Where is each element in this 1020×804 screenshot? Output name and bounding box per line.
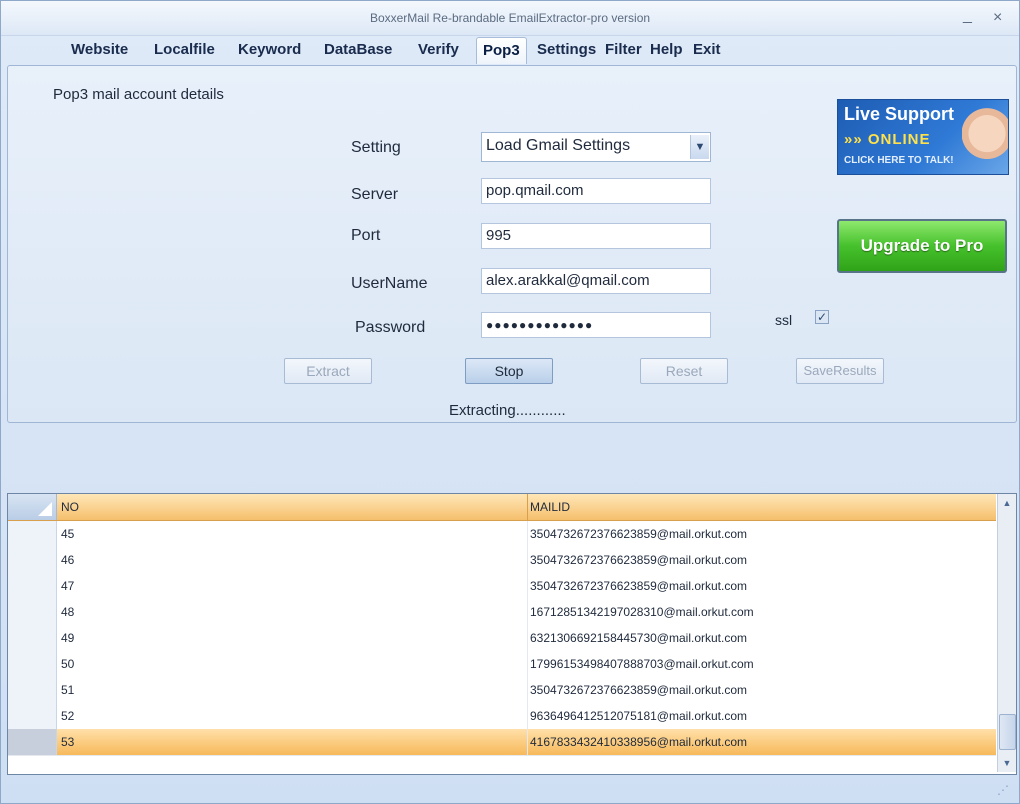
row-header[interactable] [8,729,57,755]
row-header[interactable] [8,625,57,651]
row-header[interactable] [8,573,57,599]
cell-no: 52 [57,703,528,729]
cell-mailid: 6321306692158445730@mail.orkut.com [530,631,748,645]
arrow-down-icon[interactable]: ▼ [998,754,1016,772]
port-label: Port [351,227,381,244]
upgrade-to-pro-button[interactable]: Upgrade to Pro [837,219,1007,273]
title-bar: BoxxerMail Re-brandable EmailExtractor-p… [1,1,1019,36]
setting-label: Setting [351,139,401,156]
username-label: UserName [351,275,428,292]
cell-mailid: 3504732672376623859@mail.orkut.com [530,683,748,697]
row-header[interactable] [8,703,57,729]
live-support-title: Live Support [844,104,955,124]
cell-no: 47 [57,573,528,599]
cell-mailid: 4167833432410338956@mail.orkut.com [530,735,748,749]
scrollbar-thumb[interactable] [999,714,1016,750]
table-row[interactable]: 51 3504732672376623859@mail.orkut.com [8,677,996,704]
table-row[interactable]: 52 9636496412512075181@mail.orkut.com [8,703,996,730]
pop3-panel: Pop3 mail account details Setting Load G… [7,65,1017,423]
password-label: Password [355,319,426,336]
server-input[interactable]: pop.qmail.com [481,178,711,204]
cell-mailid: 9636496412512075181@mail.orkut.com [530,709,748,723]
menu-verify[interactable]: Verify [412,37,465,63]
vertical-scrollbar[interactable]: ▲ ▼ [997,494,1016,772]
row-header[interactable] [8,677,57,703]
row-header[interactable] [8,599,57,625]
cell-mailid: 17996153498407888703@mail.orkut.com [530,657,754,671]
table-row[interactable]: 48 16712851342197028310@mail.orkut.com [8,599,996,626]
cell-mailid: 3504732672376623859@mail.orkut.com [530,553,748,567]
select-all-corner[interactable] [8,494,57,520]
port-input[interactable]: 995 [481,223,711,249]
status-text: Extracting............ [449,402,566,419]
menu-pop3[interactable]: Pop3 [476,37,527,64]
menu-bar: Website Localfile Keyword DataBase Verif… [1,37,1019,65]
window-title: BoxxerMail Re-brandable EmailExtractor-p… [369,11,651,25]
column-header-mailid[interactable]: MAILID [526,494,996,520]
results-grid: NO MAILID 45 3504732672376623859@mail.or… [7,493,1017,775]
menu-localfile[interactable]: Localfile [148,37,221,63]
live-support-banner[interactable]: Live Support »» ONLINE CLICK HERE TO TAL… [837,99,1009,175]
save-results-button[interactable]: SaveResults [796,358,884,384]
cell-no: 51 [57,677,528,703]
table-row[interactable]: 50 17996153498407888703@mail.orkut.com [8,651,996,678]
username-input[interactable]: alex.arakkal@qmail.com [481,268,711,294]
menu-database[interactable]: DataBase [318,37,398,63]
reset-button[interactable]: Reset [640,358,728,384]
row-header[interactable] [8,547,57,573]
check-icon: ✓ [816,310,828,324]
menu-settings[interactable]: Settings [531,37,602,63]
cell-no: 48 [57,599,528,625]
status-bar: ⋰ [1,777,1019,803]
table-row[interactable]: 47 3504732672376623859@mail.orkut.com [8,573,996,600]
table-row[interactable]: 45 3504732672376623859@mail.orkut.com [8,521,996,548]
app-window: BoxxerMail Re-brandable EmailExtractor-p… [0,0,1020,804]
server-label: Server [351,186,399,203]
cell-mailid: 3504732672376623859@mail.orkut.com [530,527,748,541]
cell-no: 45 [57,521,528,547]
menu-website[interactable]: Website [65,37,134,63]
grid-header: NO MAILID [8,494,996,521]
ssl-label: ssl [775,312,793,328]
table-row[interactable]: 49 6321306692158445730@mail.orkut.com [8,625,996,652]
support-agent-icon [962,108,1008,172]
setting-dropdown[interactable]: Load Gmail Settings ▼ [481,132,711,162]
click-to-talk-label: CLICK HERE TO TALK! [844,155,954,166]
resize-grip-icon[interactable]: ⋰ [997,783,1009,797]
online-label: »» ONLINE [844,131,931,148]
stop-button[interactable]: Stop [465,358,553,384]
minimize-button[interactable]: _ [963,7,972,25]
cell-mailid: 3504732672376623859@mail.orkut.com [530,579,748,593]
cell-no: 49 [57,625,528,651]
menu-keyword[interactable]: Keyword [232,37,307,63]
chevron-down-icon[interactable]: ▼ [690,135,709,159]
cell-no: 46 [57,547,528,573]
menu-filter[interactable]: Filter [599,37,648,63]
extract-button[interactable]: Extract [284,358,372,384]
column-header-no[interactable]: NO [57,494,528,520]
section-title: Pop3 mail account details [53,86,224,103]
menu-help[interactable]: Help [644,37,689,63]
setting-value: Load Gmail Settings [486,137,631,154]
cell-no: 53 [57,729,528,755]
ssl-checkbox[interactable]: ✓ [815,310,829,324]
table-row[interactable]: 46 3504732672376623859@mail.orkut.com [8,547,996,574]
password-input[interactable]: ●●●●●●●●●●●●● [481,312,711,338]
table-row-selected[interactable]: 53 4167833432410338956@mail.orkut.com [8,729,996,756]
cell-no: 50 [57,651,528,677]
row-header[interactable] [8,521,57,547]
row-header[interactable] [8,651,57,677]
cell-mailid: 16712851342197028310@mail.orkut.com [530,605,754,619]
arrow-up-icon[interactable]: ▲ [998,494,1016,512]
close-button[interactable]: × [993,9,1002,27]
menu-exit[interactable]: Exit [687,37,727,63]
